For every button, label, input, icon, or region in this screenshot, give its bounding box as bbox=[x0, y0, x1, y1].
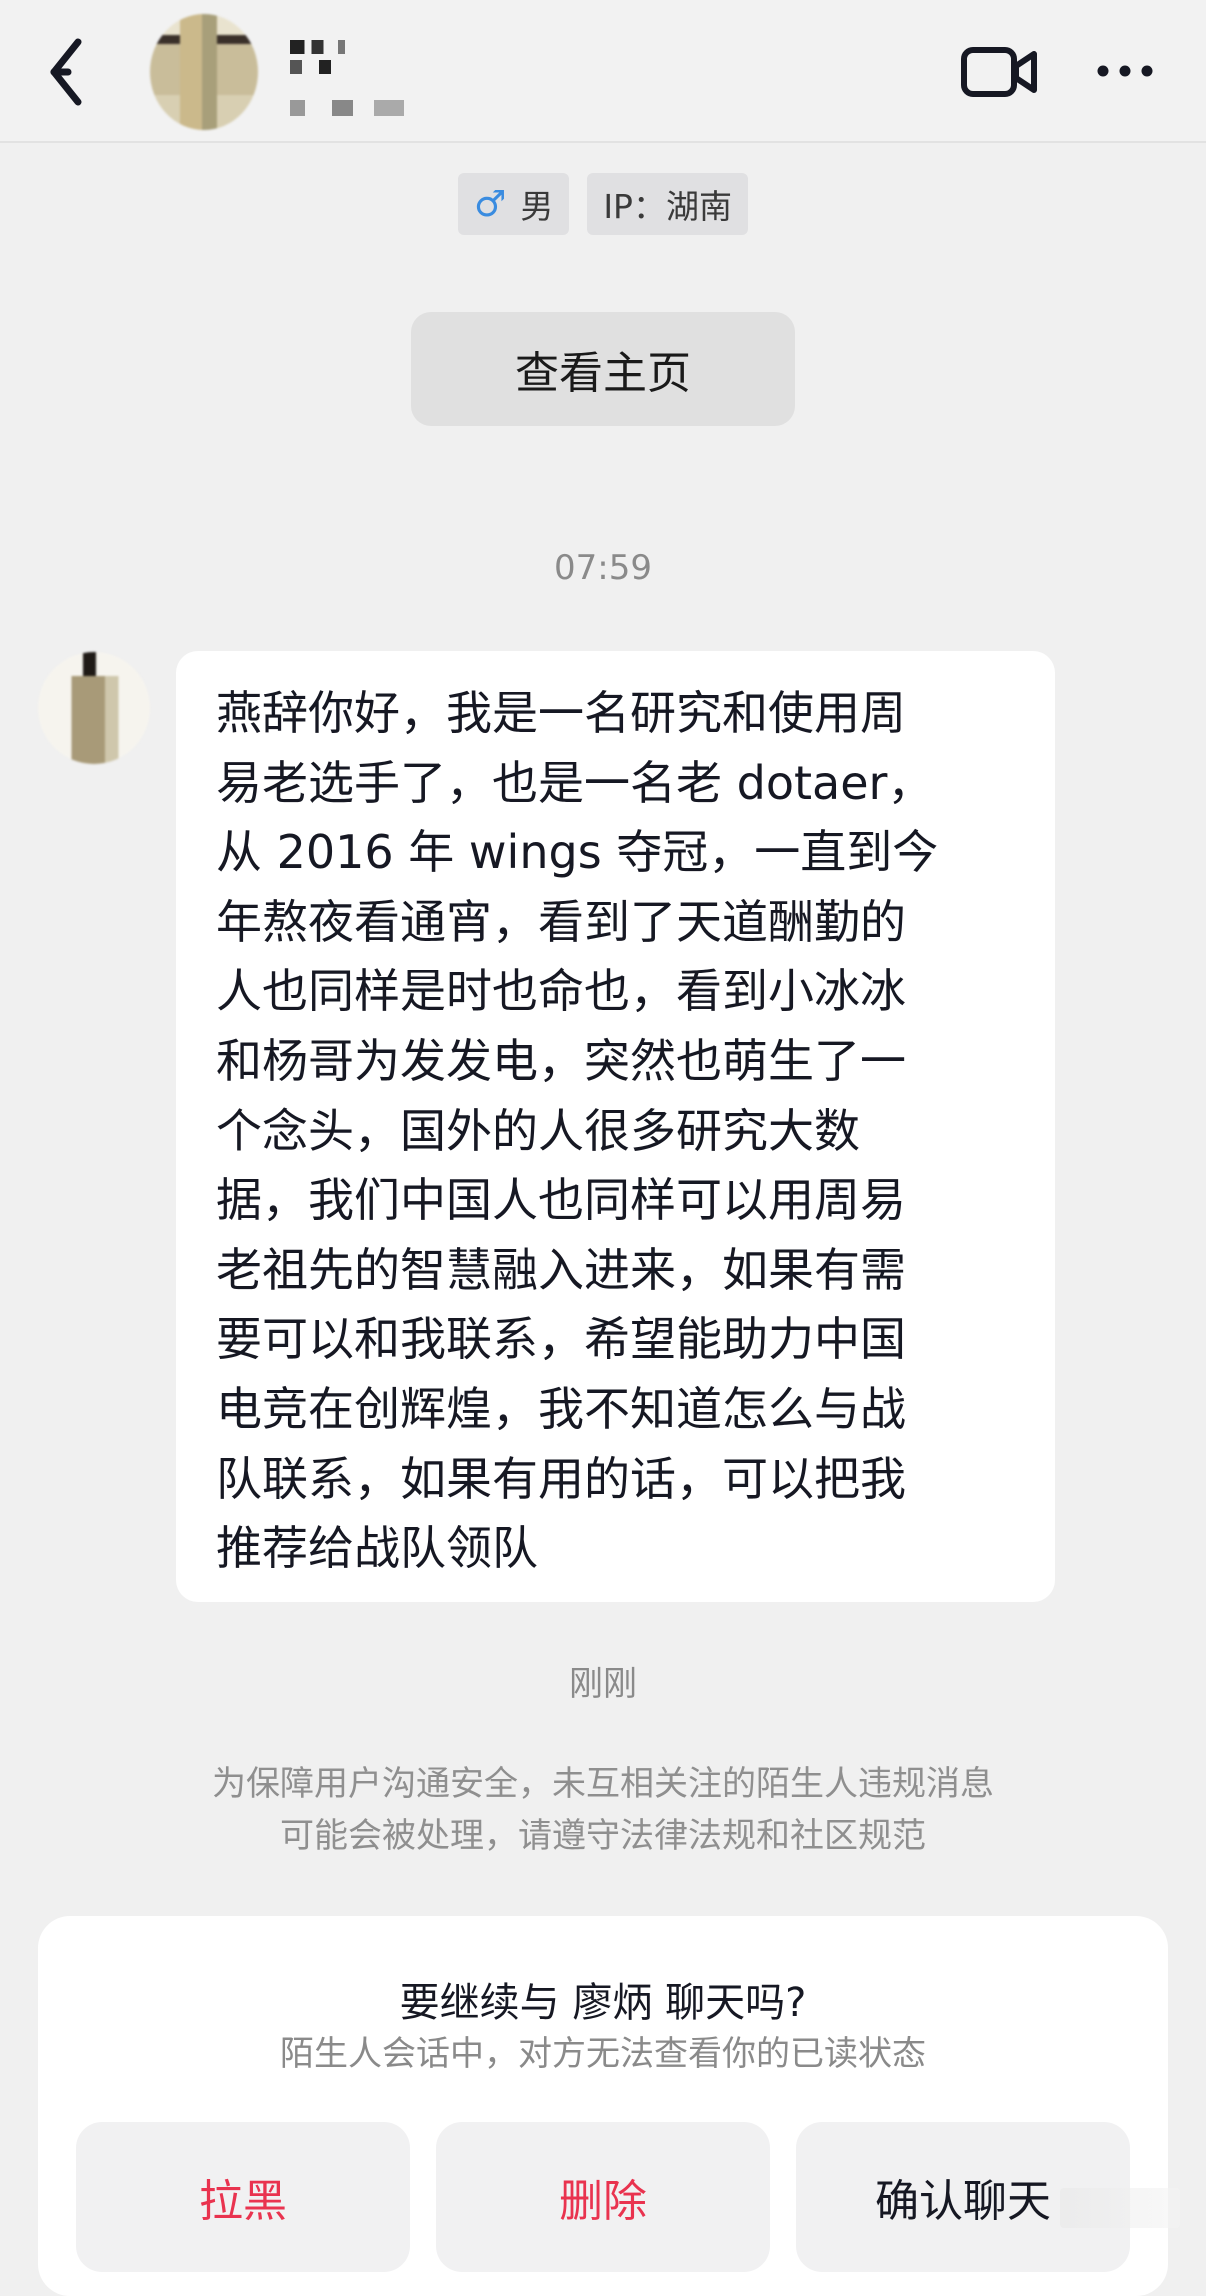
message-line: 队联系，如果有用的话，可以把我 bbox=[216, 1451, 906, 1506]
message-line: 个念头，国外的人很多研究大数 bbox=[216, 1103, 860, 1158]
back-arrow-icon bbox=[50, 38, 82, 106]
message-line: 推荐给战队领队 bbox=[216, 1521, 538, 1576]
chat-header bbox=[0, 0, 1206, 143]
message-line: 电竞在创辉煌，我不知道怎么与战 bbox=[216, 1381, 906, 1436]
view-profile-button[interactable]: 查看主页 bbox=[411, 312, 795, 426]
block-button[interactable]: 拉黑 bbox=[76, 2122, 410, 2272]
message-line: 人也同样是时也命也，看到小冰冰 bbox=[216, 964, 906, 1019]
stranger-chat-prompt: 要继续与 廖炳 聊天吗? 陌生人会话中，对方无法查看你的已读状态 拉黑 删除 确… bbox=[38, 1916, 1168, 2296]
male-icon: ♂ bbox=[474, 183, 507, 225]
ip-location-label: IP：湖南 bbox=[603, 187, 732, 226]
back-button[interactable] bbox=[44, 38, 96, 106]
safety-notice: 为保障用户沟通安全，未互相关注的陌生人违规消息 可能会被处理，请遵守法律法规和社… bbox=[0, 1758, 1206, 1862]
message-line: 据，我们中国人也同样可以用周易 bbox=[216, 1173, 906, 1228]
message-timestamp: 07:59 bbox=[554, 548, 652, 588]
gender-label: 男 bbox=[520, 187, 554, 226]
message-text: 燕辞你好，我是一名研究和使用周 易老选手了，也是一名老 dotaer， 从 20… bbox=[216, 679, 1015, 1584]
safety-notice-line: 可能会被处理，请遵守法律法规和社区规范 bbox=[280, 1816, 926, 1856]
contact-name-blurred[interactable] bbox=[290, 22, 440, 122]
prompt-subtitle: 陌生人会话中，对方无法查看你的已读状态 bbox=[280, 2034, 926, 2074]
more-icon bbox=[1097, 65, 1153, 77]
safety-notice-line: 为保障用户沟通安全，未互相关注的陌生人违规消息 bbox=[212, 1764, 994, 1804]
contact-tags: ♂ 男 IP：湖南 bbox=[0, 173, 1206, 235]
message-line: 从 2016 年 wings 夺冠，一直到今 bbox=[216, 825, 939, 880]
ip-location-tag: IP：湖南 bbox=[587, 173, 748, 235]
message-line: 年熬夜看通宵，看到了天道酬勤的 bbox=[216, 894, 906, 949]
message-bubble[interactable]: 燕辞你好，我是一名研究和使用周 易老选手了，也是一名老 dotaer， 从 20… bbox=[176, 651, 1055, 1602]
message-line: 和杨哥为发发电，突然也萌生了一 bbox=[216, 1033, 906, 1088]
sent-status: 刚刚 bbox=[569, 1664, 637, 1704]
contact-avatar[interactable] bbox=[150, 14, 258, 130]
gender-tag: ♂ 男 bbox=[458, 173, 570, 235]
video-call-button[interactable] bbox=[960, 42, 1040, 102]
message-line: 老祖先的智慧融入进来，如果有需 bbox=[216, 1242, 906, 1297]
sender-avatar[interactable] bbox=[38, 652, 150, 764]
message-line: 要可以和我联系，希望能助力中国 bbox=[216, 1312, 906, 1367]
delete-button[interactable]: 删除 bbox=[436, 2122, 770, 2272]
message-line: 易老选手了，也是一名老 dotaer， bbox=[216, 755, 934, 810]
video-call-icon bbox=[961, 47, 1037, 97]
more-options-button[interactable] bbox=[1095, 56, 1155, 86]
prompt-title: 要继续与 廖炳 聊天吗? bbox=[399, 1980, 807, 2026]
watermark-blur bbox=[1060, 2188, 1180, 2228]
message-line: 燕辞你好，我是一名研究和使用周 bbox=[216, 686, 906, 740]
